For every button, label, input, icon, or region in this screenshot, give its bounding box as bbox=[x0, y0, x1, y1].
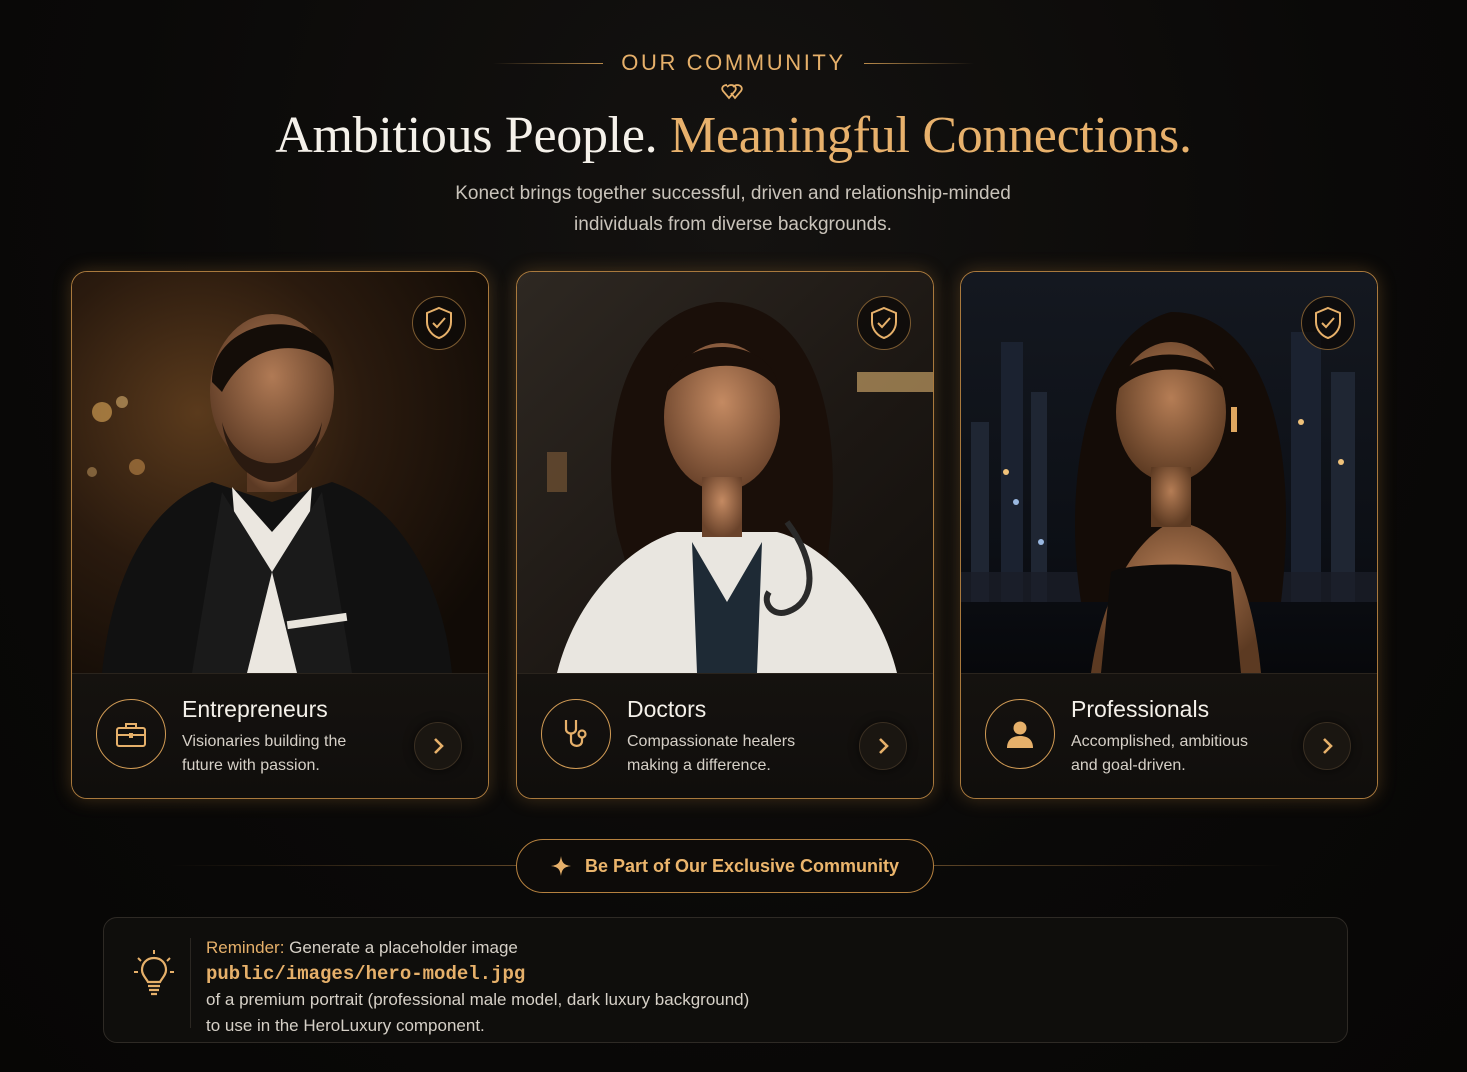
reminder-file-path: public/images/hero-model.jpg bbox=[206, 963, 526, 985]
card-description-line-2: making a difference. bbox=[627, 757, 771, 774]
card-description-line-2: and goal-driven. bbox=[1071, 757, 1186, 774]
card-arrow-button[interactable] bbox=[859, 722, 907, 770]
doctor-photo bbox=[517, 272, 933, 673]
card-professionals[interactable]: Professionals Accomplished, ambitious an… bbox=[960, 271, 1378, 799]
verified-shield-icon bbox=[857, 296, 911, 350]
chevron-right-icon bbox=[434, 738, 444, 754]
reminder-text-3: to use in the HeroLuxury component. bbox=[206, 1016, 485, 1035]
card-info: Doctors Compassionate healers making a d… bbox=[517, 673, 933, 798]
chevron-right-icon bbox=[879, 738, 889, 754]
card-title: Doctors bbox=[627, 696, 707, 722]
join-community-button[interactable]: Be Part of Our Exclusive Community bbox=[516, 839, 934, 893]
entrepreneur-photo bbox=[72, 272, 488, 673]
professional-photo bbox=[961, 272, 1377, 673]
card-description: Compassionate healers making a differenc… bbox=[627, 730, 827, 778]
page-subtitle: Konect brings together successful, drive… bbox=[383, 178, 1083, 240]
cta-divider-left bbox=[168, 865, 518, 866]
join-community-label: Be Part of Our Exclusive Community bbox=[584, 855, 900, 876]
card-description: Visionaries building the future with pas… bbox=[182, 730, 382, 778]
page-headline: Ambitious People. Meaningful Connections… bbox=[0, 106, 1467, 165]
headline-white: Ambitious People. bbox=[275, 107, 658, 164]
briefcase-icon bbox=[96, 699, 166, 769]
card-description-line-1: Visionaries building the bbox=[182, 733, 347, 750]
reminder-label: Reminder: bbox=[206, 938, 285, 957]
stethoscope-icon bbox=[541, 699, 611, 769]
eyebrow-label: OUR COMMUNITY bbox=[621, 50, 846, 75]
reminder-divider bbox=[190, 938, 191, 1028]
linked-hearts-icon bbox=[721, 84, 743, 100]
card-title: Entrepreneurs bbox=[182, 696, 328, 722]
section-eyebrow: OUR COMMUNITY bbox=[0, 50, 1467, 76]
chevron-right-icon bbox=[1323, 738, 1333, 754]
verified-shield-icon bbox=[412, 296, 466, 350]
card-arrow-button[interactable] bbox=[1303, 722, 1351, 770]
reminder-text-2: of a premium portrait (professional male… bbox=[206, 990, 750, 1009]
card-info: Entrepreneurs Visionaries building the f… bbox=[72, 673, 488, 798]
card-description-line-1: Compassionate healers bbox=[627, 733, 796, 750]
reminder-box: Reminder: Generate a placeholder image p… bbox=[103, 917, 1348, 1043]
eyebrow-divider-right bbox=[863, 62, 974, 64]
user-icon bbox=[985, 699, 1055, 769]
reminder-text-1: Generate a placeholder image bbox=[289, 938, 518, 957]
sparkle-icon bbox=[550, 856, 571, 876]
subtitle-line-2: individuals from diverse backgrounds. bbox=[574, 214, 892, 235]
card-description: Accomplished, ambitious and goal-driven. bbox=[1071, 730, 1271, 778]
reminder-line-1: Reminder: Generate a placeholder image bbox=[206, 935, 749, 961]
card-description-line-2: future with passion. bbox=[182, 757, 320, 774]
subtitle-line-1: Konect brings together successful, drive… bbox=[455, 183, 1011, 204]
card-description-line-1: Accomplished, ambitious bbox=[1071, 733, 1248, 750]
verified-shield-icon bbox=[1301, 296, 1355, 350]
card-entrepreneurs[interactable]: Entrepreneurs Visionaries building the f… bbox=[71, 271, 489, 799]
eyebrow-divider-left bbox=[493, 62, 604, 64]
card-doctors[interactable]: Doctors Compassionate healers making a d… bbox=[516, 271, 934, 799]
cta-divider-right bbox=[934, 865, 1284, 866]
headline-gold: Meaningful Connections. bbox=[670, 107, 1192, 164]
reminder-text: Reminder: Generate a placeholder image p… bbox=[206, 935, 749, 1039]
card-title: Professionals bbox=[1071, 696, 1210, 722]
card-info: Professionals Accomplished, ambitious an… bbox=[961, 673, 1377, 798]
card-arrow-button[interactable] bbox=[414, 722, 462, 770]
lightbulb-icon bbox=[134, 950, 174, 996]
